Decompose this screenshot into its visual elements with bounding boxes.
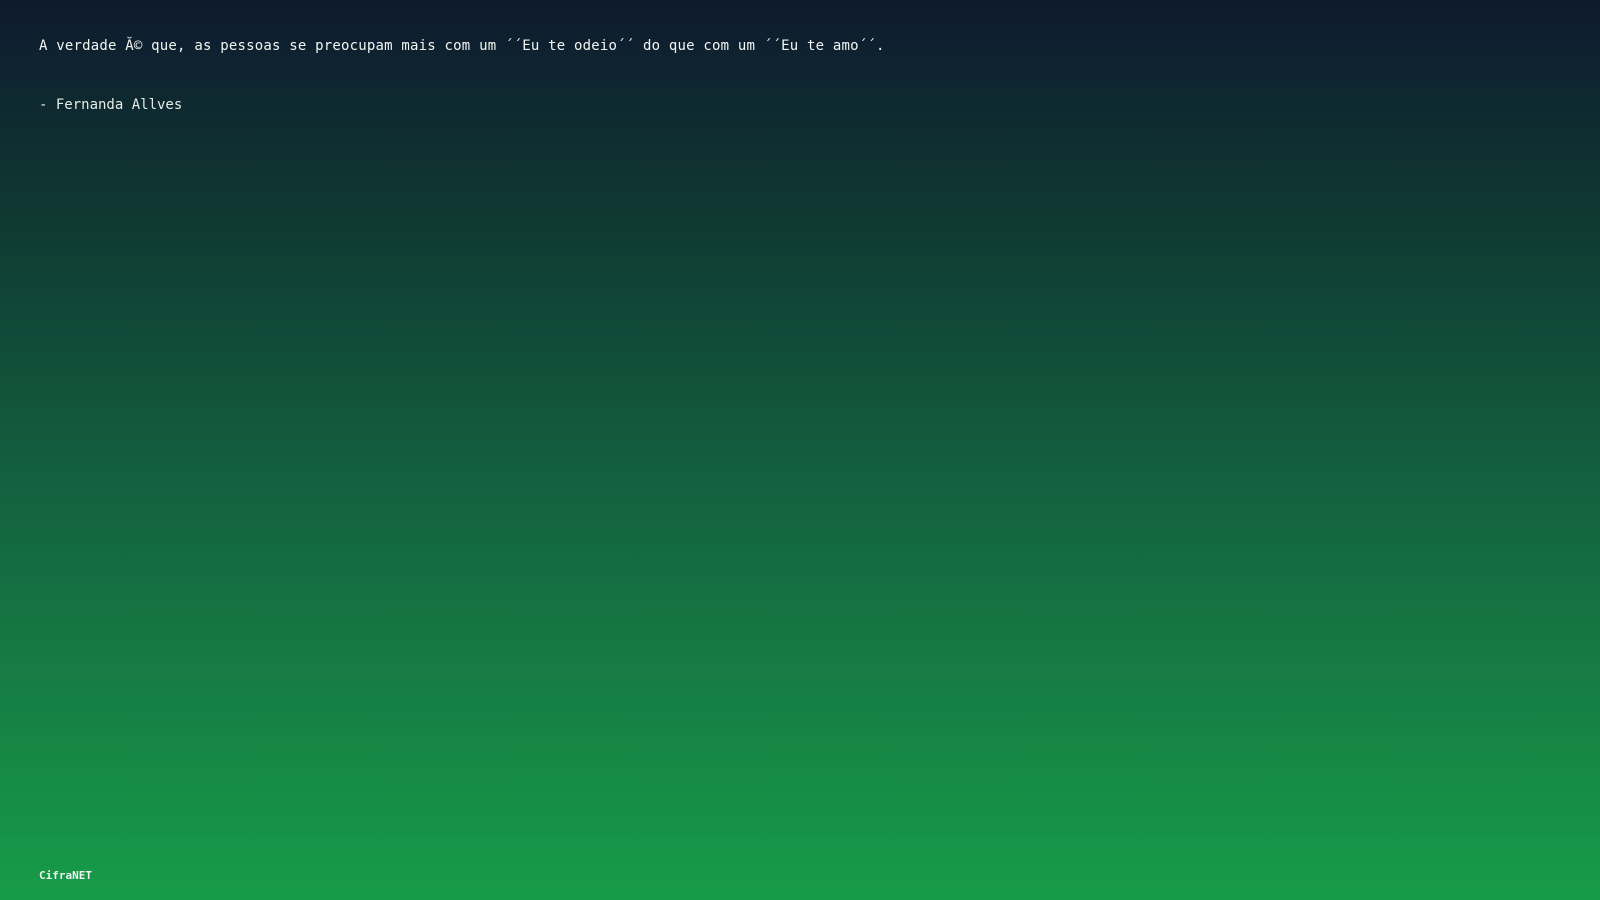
quote-page: { "quote": { "text": "A verdade Ă© que, … <box>0 0 1600 900</box>
quote-author: - Fernanda Allves <box>39 97 183 113</box>
brand-logo-text: CifraNET <box>39 869 92 882</box>
quote-text: A verdade Ă© que, as pessoas se preocupa… <box>39 38 885 54</box>
